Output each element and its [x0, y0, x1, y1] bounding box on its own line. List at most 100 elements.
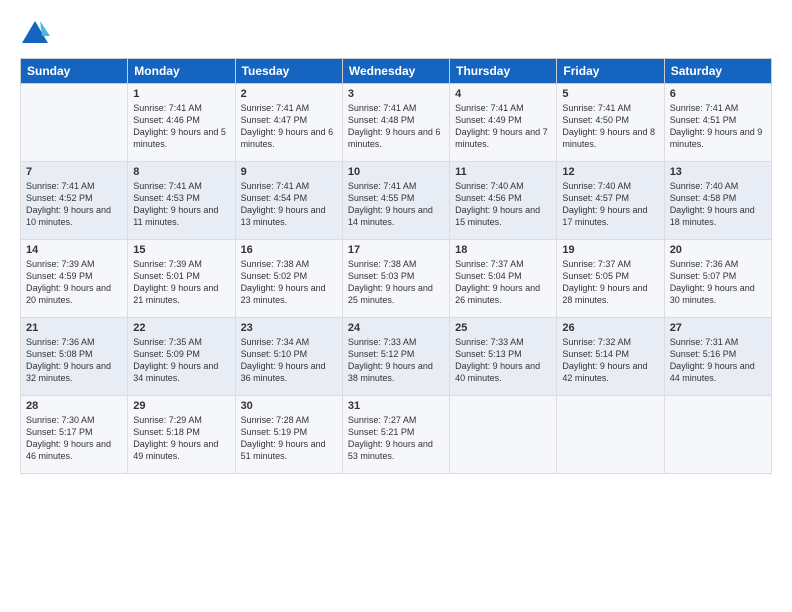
weekday-header: Sunday — [21, 59, 128, 84]
calendar-cell: 18 Sunrise: 7:37 AMSunset: 5:04 PMDayligh… — [450, 240, 557, 318]
calendar-cell: 24 Sunrise: 7:33 AMSunset: 5:12 PMDayligh… — [342, 318, 449, 396]
day-number: 28 — [26, 400, 122, 412]
logo-icon — [20, 18, 50, 48]
cell-info: Sunrise: 7:38 AMSunset: 5:02 PMDaylight:… — [241, 258, 337, 307]
day-number: 15 — [133, 244, 229, 256]
calendar-page: SundayMondayTuesdayWednesdayThursdayFrid… — [0, 0, 792, 612]
cell-info: Sunrise: 7:28 AMSunset: 5:19 PMDaylight:… — [241, 414, 337, 463]
cell-info: Sunrise: 7:39 AMSunset: 5:01 PMDaylight:… — [133, 258, 229, 307]
calendar-cell: 17 Sunrise: 7:38 AMSunset: 5:03 PMDayligh… — [342, 240, 449, 318]
cell-info: Sunrise: 7:41 AMSunset: 4:52 PMDaylight:… — [26, 180, 122, 229]
calendar-cell: 14 Sunrise: 7:39 AMSunset: 4:59 PMDayligh… — [21, 240, 128, 318]
day-number: 14 — [26, 244, 122, 256]
calendar-cell: 9Sunrise: 7:41 AMSunset: 4:54 PMDaylight… — [235, 162, 342, 240]
calendar-cell: 3 Sunrise: 7:41 AMSunset: 4:48 PMDaylight… — [342, 84, 449, 162]
cell-info: Sunrise: 7:41 AMSunset: 4:49 PMDaylight:… — [455, 102, 551, 151]
cell-info: Sunrise: 7:35 AMSunset: 5:09 PMDaylight:… — [133, 336, 229, 385]
cell-info: Sunrise: 7:41 AMSunset: 4:48 PMDaylight:… — [348, 102, 444, 151]
calendar-cell: 4Sunrise: 7:41 AMSunset: 4:49 PMDaylight… — [450, 84, 557, 162]
weekday-header: Wednesday — [342, 59, 449, 84]
calendar-week-row: 14 Sunrise: 7:39 AMSunset: 4:59 PMDayligh… — [21, 240, 772, 318]
weekday-header: Monday — [128, 59, 235, 84]
calendar-cell: 21 Sunrise: 7:36 AMSunset: 5:08 PMDayligh… — [21, 318, 128, 396]
cell-info: Sunrise: 7:38 AMSunset: 5:03 PMDaylight:… — [348, 258, 444, 307]
calendar-cell — [21, 84, 128, 162]
header — [20, 18, 772, 48]
calendar-cell: 6Sunrise: 7:41 AMSunset: 4:51 PMDaylight… — [664, 84, 771, 162]
cell-info: Sunrise: 7:41 AMSunset: 4:53 PMDaylight:… — [133, 180, 229, 229]
day-number: 10 — [348, 166, 444, 178]
calendar-cell — [450, 396, 557, 474]
day-number: 24 — [348, 322, 444, 334]
cell-info: Sunrise: 7:41 AMSunset: 4:51 PMDaylight:… — [670, 102, 766, 151]
calendar-cell: 22 Sunrise: 7:35 AMSunset: 5:09 PMDayligh… — [128, 318, 235, 396]
day-number: 31 — [348, 400, 444, 412]
calendar-cell: 2 Sunrise: 7:41 AMSunset: 4:47 PMDaylight… — [235, 84, 342, 162]
cell-info: Sunrise: 7:41 AMSunset: 4:55 PMDaylight:… — [348, 180, 444, 229]
logo — [20, 18, 54, 48]
calendar-cell: 8 Sunrise: 7:41 AMSunset: 4:53 PMDaylight… — [128, 162, 235, 240]
day-number: 3 — [348, 88, 444, 100]
calendar-cell: 15 Sunrise: 7:39 AMSunset: 5:01 PMDayligh… — [128, 240, 235, 318]
day-number: 5 — [562, 88, 658, 100]
calendar-cell: 31 Sunrise: 7:27 AMSunset: 5:21 PMDayligh… — [342, 396, 449, 474]
cell-info: Sunrise: 7:40 AMSunset: 4:57 PMDaylight:… — [562, 180, 658, 229]
cell-info: Sunrise: 7:41 AMSunset: 4:47 PMDaylight:… — [241, 102, 337, 151]
cell-info: Sunrise: 7:33 AMSunset: 5:12 PMDaylight:… — [348, 336, 444, 385]
calendar-cell: 19 Sunrise: 7:37 AMSunset: 5:05 PMDayligh… — [557, 240, 664, 318]
calendar-cell: 16 Sunrise: 7:38 AMSunset: 5:02 PMDayligh… — [235, 240, 342, 318]
calendar-week-row: 28 Sunrise: 7:30 AMSunset: 5:17 PMDayligh… — [21, 396, 772, 474]
calendar-cell: 1 Sunrise: 7:41 AMSunset: 4:46 PMDaylight… — [128, 84, 235, 162]
cell-info: Sunrise: 7:33 AMSunset: 5:13 PMDaylight:… — [455, 336, 551, 385]
cell-info: Sunrise: 7:41 AMSunset: 4:54 PMDaylight:… — [241, 180, 337, 229]
day-number: 12 — [562, 166, 658, 178]
calendar-table: SundayMondayTuesdayWednesdayThursdayFrid… — [20, 58, 772, 474]
cell-info: Sunrise: 7:39 AMSunset: 4:59 PMDaylight:… — [26, 258, 122, 307]
calendar-cell: 27Sunrise: 7:31 AMSunset: 5:16 PMDayligh… — [664, 318, 771, 396]
calendar-cell: 20Sunrise: 7:36 AMSunset: 5:07 PMDayligh… — [664, 240, 771, 318]
day-number: 1 — [133, 88, 229, 100]
cell-info: Sunrise: 7:40 AMSunset: 4:56 PMDaylight:… — [455, 180, 551, 229]
cell-info: Sunrise: 7:40 AMSunset: 4:58 PMDaylight:… — [670, 180, 766, 229]
header-row: SundayMondayTuesdayWednesdayThursdayFrid… — [21, 59, 772, 84]
cell-info: Sunrise: 7:41 AMSunset: 4:50 PMDaylight:… — [562, 102, 658, 151]
weekday-header: Thursday — [450, 59, 557, 84]
day-number: 16 — [241, 244, 337, 256]
day-number: 20 — [670, 244, 766, 256]
calendar-cell: 13Sunrise: 7:40 AMSunset: 4:58 PMDayligh… — [664, 162, 771, 240]
day-number: 29 — [133, 400, 229, 412]
calendar-cell — [557, 396, 664, 474]
day-number: 17 — [348, 244, 444, 256]
day-number: 27 — [670, 322, 766, 334]
day-number: 22 — [133, 322, 229, 334]
calendar-cell: 5 Sunrise: 7:41 AMSunset: 4:50 PMDaylight… — [557, 84, 664, 162]
calendar-cell: 23 Sunrise: 7:34 AMSunset: 5:10 PMDayligh… — [235, 318, 342, 396]
calendar-cell: 10 Sunrise: 7:41 AMSunset: 4:55 PMDayligh… — [342, 162, 449, 240]
cell-info: Sunrise: 7:36 AMSunset: 5:08 PMDaylight:… — [26, 336, 122, 385]
cell-info: Sunrise: 7:37 AMSunset: 5:05 PMDaylight:… — [562, 258, 658, 307]
cell-info: Sunrise: 7:37 AMSunset: 5:04 PMDaylight:… — [455, 258, 551, 307]
calendar-cell: 29Sunrise: 7:29 AMSunset: 5:18 PMDayligh… — [128, 396, 235, 474]
day-number: 7 — [26, 166, 122, 178]
calendar-cell: 30 Sunrise: 7:28 AMSunset: 5:19 PMDayligh… — [235, 396, 342, 474]
day-number: 8 — [133, 166, 229, 178]
cell-info: Sunrise: 7:34 AMSunset: 5:10 PMDaylight:… — [241, 336, 337, 385]
day-number: 30 — [241, 400, 337, 412]
day-number: 19 — [562, 244, 658, 256]
cell-info: Sunrise: 7:41 AMSunset: 4:46 PMDaylight:… — [133, 102, 229, 151]
day-number: 2 — [241, 88, 337, 100]
day-number: 11 — [455, 166, 551, 178]
calendar-cell: 7 Sunrise: 7:41 AMSunset: 4:52 PMDaylight… — [21, 162, 128, 240]
day-number: 21 — [26, 322, 122, 334]
day-number: 23 — [241, 322, 337, 334]
cell-info: Sunrise: 7:32 AMSunset: 5:14 PMDaylight:… — [562, 336, 658, 385]
cell-info: Sunrise: 7:30 AMSunset: 5:17 PMDaylight:… — [26, 414, 122, 463]
day-number: 18 — [455, 244, 551, 256]
calendar-cell: 12 Sunrise: 7:40 AMSunset: 4:57 PMDayligh… — [557, 162, 664, 240]
day-number: 26 — [562, 322, 658, 334]
day-number: 25 — [455, 322, 551, 334]
calendar-cell: 11 Sunrise: 7:40 AMSunset: 4:56 PMDayligh… — [450, 162, 557, 240]
cell-info: Sunrise: 7:27 AMSunset: 5:21 PMDaylight:… — [348, 414, 444, 463]
calendar-week-row: 7 Sunrise: 7:41 AMSunset: 4:52 PMDaylight… — [21, 162, 772, 240]
calendar-cell: 25 Sunrise: 7:33 AMSunset: 5:13 PMDayligh… — [450, 318, 557, 396]
